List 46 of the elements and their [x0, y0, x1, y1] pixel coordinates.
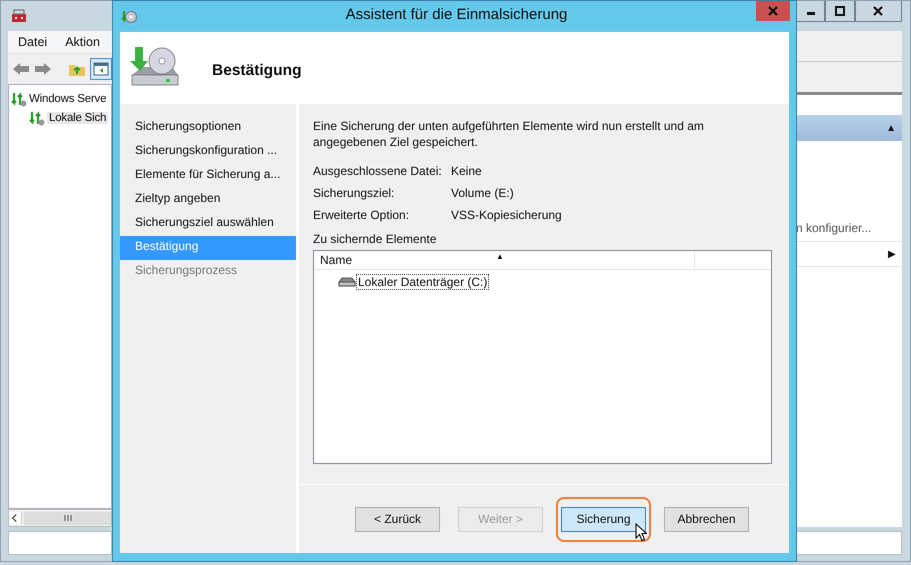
close-button[interactable] [854, 1, 902, 22]
close-icon [768, 6, 778, 16]
detail-label: Ausgeschlossene Datei: [313, 164, 443, 178]
dialog-button[interactable]: Abbrechen [664, 506, 749, 532]
wizard-step[interactable]: Elemente für Sicherung a... [120, 164, 296, 188]
detail-label: Sicherungsziel: [313, 186, 396, 200]
wizard-step[interactable]: Sicherungsziel auswählen [120, 212, 296, 236]
wizard-step[interactable]: Zieltyp angeben [120, 188, 296, 212]
tree-item[interactable]: Windows Serve [29, 92, 106, 104]
maximize-icon [835, 6, 846, 16]
close-icon [873, 6, 884, 16]
wizard-step[interactable]: Sicherungskonfiguration ... [120, 140, 296, 164]
backup-node-icon [11, 90, 27, 106]
intro-text: Eine Sicherung der unten aufgeführten Elemente wird nun erstellt und am angegebenen Ziel gespeichert. [313, 118, 705, 150]
toolbox-icon [11, 8, 27, 24]
detail-value: Keine [451, 164, 483, 178]
action-link[interactable]: n konfigurier... [796, 221, 872, 235]
list-item[interactable]: Lokaler Datenträger (C:) [356, 274, 490, 290]
backup-disc-icon [121, 8, 137, 24]
detail-label: Erweiterte Option: [313, 208, 410, 222]
detail-value: VSS-Kopiesicherung [451, 208, 563, 222]
minimize-button[interactable] [796, 1, 826, 22]
menu-item[interactable]: Datei [18, 35, 48, 49]
dialog-button[interactable]: Sicherung [561, 506, 646, 532]
back-arrow-icon[interactable] [12, 61, 30, 77]
wizard-step[interactable]: Sicherungsoptionen [120, 116, 296, 140]
drive-icon [338, 277, 356, 287]
menu-item[interactable]: Aktion [65, 35, 100, 49]
column-header[interactable]: Name ▲ [314, 251, 695, 269]
section-heading: Zu sichernde Elemente [313, 232, 438, 246]
grip-icon [62, 514, 72, 522]
dialog-button[interactable]: < Zurück [355, 506, 440, 532]
backup-node-icon [29, 110, 45, 126]
forward-arrow-icon[interactable] [34, 61, 52, 77]
actions-header[interactable]: ▲ [796, 115, 902, 141]
collapse-arrow[interactable]: ▲ [886, 122, 896, 134]
detail-value: Volume (E:) [451, 186, 515, 200]
console-tree-button[interactable] [90, 58, 112, 80]
horizontal-scrollbar[interactable] [8, 509, 112, 527]
submenu-arrow[interactable]: ▶ [888, 248, 896, 260]
tree-item[interactable]: Lokale Sich [47, 112, 108, 124]
maximize-button[interactable] [825, 1, 855, 22]
mouse-cursor-icon [635, 522, 647, 542]
scroll-left-icon[interactable] [9, 512, 22, 524]
window-title: Assistent für die Einmalsicherung [344, 6, 568, 23]
page-title: Bestätigung [212, 62, 302, 80]
